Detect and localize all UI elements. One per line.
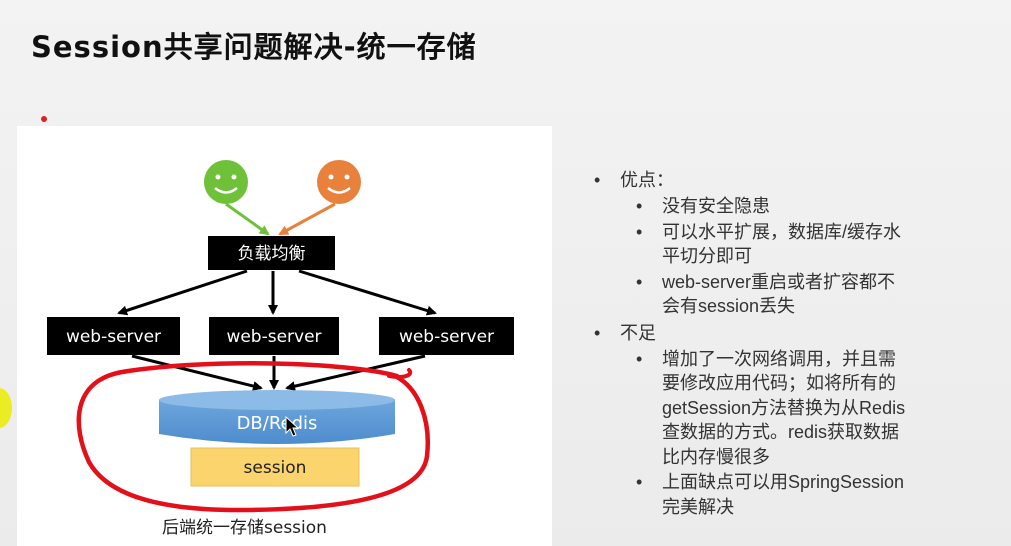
con-item-1: • 增加了一次网络调用，并且需 要修改应用代码；如将所有的 getSession… <box>636 348 906 467</box>
db-redis-label: DB/Redis <box>237 413 318 434</box>
bullet-list: • 优点： • 没有安全隐患 • 可以水平扩展，数据库/缓存水 平切分即可 • … <box>594 168 964 519</box>
web-server-label-2: web-server <box>226 327 321 347</box>
bullet-dot-icon: • <box>636 472 643 492</box>
slide: Session共享问题解决-统一存储 负载均衡 web-server web-s… <box>0 0 1011 546</box>
web-server-label-1: web-server <box>66 327 161 347</box>
green-user-arrow <box>225 202 270 236</box>
user-green-icon <box>204 160 248 204</box>
laser-pointer-dot <box>41 116 47 122</box>
bullet-dot-icon: • <box>636 271 643 292</box>
bullet-dot-icon: • <box>636 196 643 216</box>
bullet-dot-icon: • <box>636 221 643 242</box>
server-1-to-db-arrow <box>131 354 263 391</box>
page-title: Session共享问题解决-统一存储 <box>31 30 477 64</box>
pro-item-2: • 可以水平扩展，数据库/缓存水 平切分即可 <box>636 221 901 267</box>
user-orange-icon <box>317 160 361 204</box>
diagram-caption: 后端统一存储session <box>162 518 327 538</box>
architecture-diagram: 负载均衡 web-server web-server web-server DB… <box>47 160 514 513</box>
lb-to-server-3-arrow <box>298 269 437 316</box>
bullet-dot-icon: • <box>594 170 601 190</box>
pro-item-1: • 没有安全隐患 <box>594 194 962 219</box>
cursor-highlight <box>0 388 12 428</box>
diagram-panel: 负载均衡 web-server web-server web-server DB… <box>17 126 552 546</box>
pros-heading: • 优点： <box>594 170 674 190</box>
load-balancer-label: 负载均衡 <box>238 244 306 264</box>
session-label: session <box>244 458 307 478</box>
pro-item-3: • web-server重启或者扩容都不 会有session丢失 <box>636 271 896 317</box>
bullet-dot-icon: • <box>594 322 601 343</box>
web-server-label-3: web-server <box>399 327 494 347</box>
bullet-dot-icon: • <box>636 348 643 369</box>
lb-to-server-1-arrow <box>117 269 248 316</box>
con-item-2: • 上面缺点可以用SpringSession 完美解决 <box>636 472 905 517</box>
orange-user-arrow <box>278 202 336 236</box>
cons-heading: • 不足 <box>594 322 656 343</box>
